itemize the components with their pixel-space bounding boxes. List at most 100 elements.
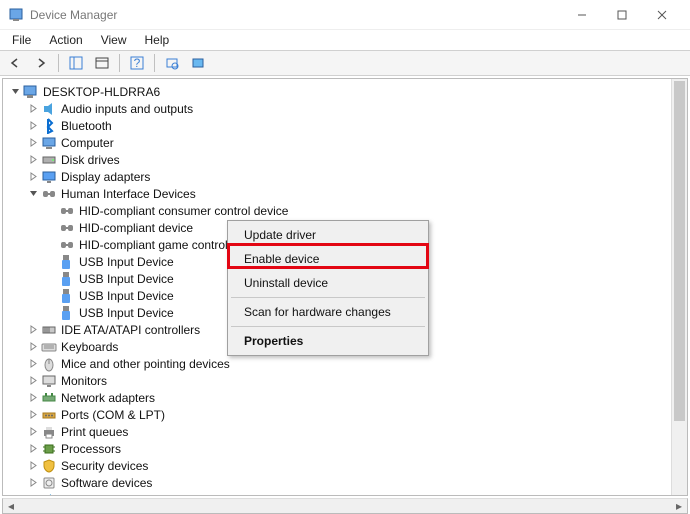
scan-button[interactable] [161,52,183,74]
tree-category-label: Processors [61,442,121,456]
tree-category-label: Computer [61,136,114,150]
collapse-icon[interactable] [9,86,21,98]
tree-category-label: Ports (COM & LPT) [61,408,165,422]
tree-category[interactable]: Processors [7,440,687,457]
tree-category[interactable]: Monitors [7,372,687,389]
scroll-right-button[interactable]: ▸ [671,499,687,513]
help-button[interactable]: ? [126,52,148,74]
collapse-icon[interactable] [27,188,39,200]
keyboard-icon [41,339,57,355]
usb-icon [59,288,75,304]
minimize-button[interactable] [562,0,602,30]
tree-category-label: Software devices [61,476,152,490]
disk-icon [41,152,57,168]
tree-category[interactable]: Print queues [7,423,687,440]
expand-icon[interactable] [27,341,39,353]
cpu-icon [41,441,57,457]
maximize-button[interactable] [602,0,642,30]
tree-category[interactable]: Audio inputs and outputs [7,100,687,117]
tree-category[interactable]: Network adapters [7,389,687,406]
tree-device-label: HID-compliant device [79,221,193,235]
forward-button[interactable] [30,52,52,74]
tree-category-label: Display adapters [61,170,150,184]
window-controls [562,0,682,30]
menu-help[interactable]: Help [137,31,178,49]
tree-category[interactable]: Mice and other pointing devices [7,355,687,372]
svg-text:?: ? [134,56,141,70]
tree-category-label: Disk drives [61,153,120,167]
expand-icon[interactable] [27,494,39,497]
scrollbar-thumb[interactable] [674,81,685,421]
context-menu-item[interactable]: Uninstall device [230,271,426,295]
expand-icon[interactable] [27,103,39,115]
mouse-icon [41,356,57,372]
tree-category-label: Human Interface Devices [61,187,196,201]
menu-action[interactable]: Action [41,31,90,49]
toolbar: ? [0,50,690,76]
horizontal-scrollbar[interactable]: ◂ ▸ [2,498,688,514]
software-icon [41,475,57,491]
toolbar-separator [58,54,59,72]
tree-category[interactable]: Human Interface Devices [7,185,687,202]
titlebar: Device Manager [0,0,690,30]
tree-category-label: Sound, video and game controllers [61,493,246,497]
add-legacy-button[interactable] [187,52,209,74]
tree-category-label: Mice and other pointing devices [61,357,230,371]
tree-category[interactable]: Disk drives [7,151,687,168]
scroll-left-button[interactable]: ◂ [3,499,19,513]
expand-icon[interactable] [27,375,39,387]
tree-category-label: Security devices [61,459,148,473]
expand-icon[interactable] [27,358,39,370]
context-menu-separator [231,326,425,327]
ide-icon [41,322,57,338]
tree-device-label: HID-compliant game controller [79,238,241,252]
expand-icon[interactable] [27,426,39,438]
bluetooth-icon [41,118,57,134]
tree-category-label: Bluetooth [61,119,112,133]
expand-placeholder [45,256,57,268]
vertical-scrollbar[interactable] [671,79,687,495]
computer-icon [41,135,57,151]
context-menu-item[interactable]: Enable device [230,247,426,271]
context-menu-item[interactable]: Update driver [230,223,426,247]
close-button[interactable] [642,0,682,30]
tree-category-label: Audio inputs and outputs [61,102,193,116]
tree-category[interactable]: Bluetooth [7,117,687,134]
sound-icon [41,492,57,497]
expand-icon[interactable] [27,443,39,455]
tree-device[interactable]: HID-compliant consumer control device [7,202,687,219]
tree-category[interactable]: Security devices [7,457,687,474]
expand-placeholder [45,290,57,302]
context-menu-item[interactable]: Scan for hardware changes [230,300,426,324]
context-menu-separator [231,297,425,298]
show-hide-tree-button[interactable] [65,52,87,74]
expand-icon[interactable] [27,171,39,183]
back-button[interactable] [4,52,26,74]
tree-device-label: HID-compliant consumer control device [79,204,288,218]
menu-file[interactable]: File [4,31,39,49]
expand-icon[interactable] [27,120,39,132]
tree-category[interactable]: Sound, video and game controllers [7,491,687,496]
tree-category[interactable]: Computer [7,134,687,151]
monitor-icon [41,373,57,389]
expand-icon[interactable] [27,154,39,166]
tree-category[interactable]: Display adapters [7,168,687,185]
port-icon [41,407,57,423]
tree-root-label: DESKTOP-HLDRRA6 [43,85,160,99]
hid-icon [41,186,57,202]
properties-button[interactable] [91,52,113,74]
expand-icon[interactable] [27,137,39,149]
usb-icon [59,254,75,270]
expand-icon[interactable] [27,477,39,489]
tree-root[interactable]: DESKTOP-HLDRRA6 [7,83,687,100]
usb-icon [59,305,75,321]
tree-category[interactable]: Software devices [7,474,687,491]
expand-icon[interactable] [27,324,39,336]
expand-icon[interactable] [27,409,39,421]
expand-icon[interactable] [27,392,39,404]
context-menu-item[interactable]: Properties [230,329,426,353]
tree-category[interactable]: Ports (COM & LPT) [7,406,687,423]
menu-view[interactable]: View [93,31,135,49]
toolbar-separator [119,54,120,72]
expand-icon[interactable] [27,460,39,472]
